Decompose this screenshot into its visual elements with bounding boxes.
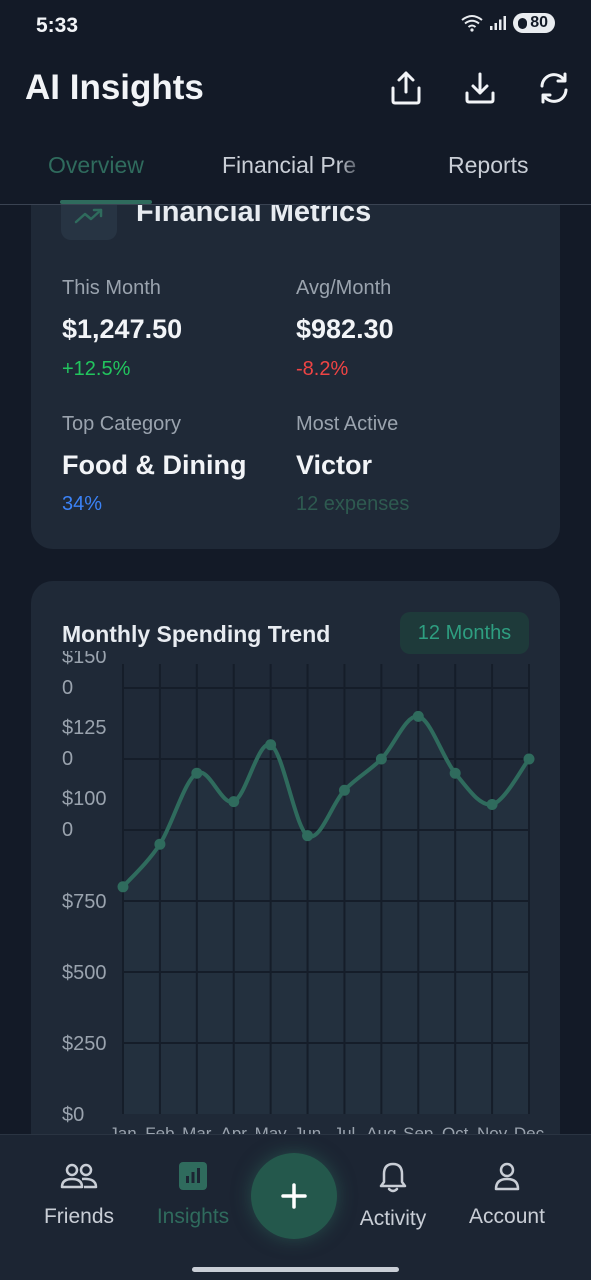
data-point [486, 798, 498, 810]
share-icon [391, 71, 421, 105]
y-tick-label: $100 [62, 788, 107, 810]
download-icon [465, 72, 495, 104]
download-button[interactable] [458, 66, 502, 110]
y-tick-label: $750 [62, 891, 107, 913]
nav-activity[interactable]: Activity [333, 1161, 453, 1231]
x-tick-label: Sep [403, 1124, 433, 1134]
y-tick-label: 0 [62, 819, 73, 841]
nav-label: Friends [43, 1205, 115, 1228]
y-tick-label: $250 [62, 1033, 107, 1055]
bottom-nav: Friends Insights Activity Account [0, 1134, 591, 1280]
nav-account[interactable]: Account [447, 1161, 567, 1229]
tab-reports[interactable]: Reports [448, 152, 529, 179]
x-tick-label: Jun [294, 1124, 321, 1134]
x-tick-label: Jan [109, 1124, 136, 1134]
top-category-label: Top Category [62, 413, 181, 435]
add-expense-button[interactable] [251, 1153, 337, 1239]
y-tick-label: $0 [62, 1104, 84, 1126]
page-title: AI Insights [25, 68, 204, 107]
x-tick-label: Apr [220, 1124, 247, 1134]
home-indicator [192, 1267, 399, 1272]
bell-icon [379, 1162, 407, 1193]
wifi-icon [461, 15, 483, 32]
y-tick-label: 0 [62, 748, 73, 770]
this-month-label: This Month [62, 277, 161, 299]
x-tick-label: Nov [477, 1124, 508, 1134]
top-category-value: Food & Dining [62, 450, 247, 480]
data-point [191, 767, 203, 779]
nav-friends[interactable]: Friends [19, 1161, 139, 1229]
x-tick-label: Aug [366, 1124, 396, 1134]
data-point [412, 710, 424, 722]
y-tick-label: $150 [62, 651, 107, 668]
y-tick-label: $125 [62, 717, 107, 739]
data-point [375, 753, 387, 765]
avg-month-label: Avg/Month [296, 277, 392, 299]
refresh-icon [540, 72, 568, 104]
tab-bar: Overview Financial Pre Reports [0, 138, 591, 205]
refresh-button[interactable] [532, 66, 576, 110]
data-point [154, 838, 166, 850]
data-point [449, 767, 461, 779]
period-badge[interactable]: 12 Months [400, 612, 529, 654]
data-point [338, 784, 350, 796]
most-active-label: Most Active [296, 413, 399, 435]
chart-title: Monthly Spending Trend [62, 621, 331, 647]
x-tick-label: Oct [442, 1124, 469, 1134]
share-button[interactable] [384, 66, 428, 110]
status-icons: 80 [461, 13, 555, 33]
signal-icon [490, 16, 507, 30]
x-tick-label: Feb [145, 1124, 174, 1134]
nav-label: Insights [156, 1205, 230, 1228]
friends-icon [60, 1163, 98, 1189]
tab-label: Financial Pre [222, 152, 357, 178]
battery-level: 80 [530, 14, 548, 31]
nav-insights[interactable]: Insights [133, 1161, 253, 1229]
battery-saver-icon [518, 17, 528, 29]
avg-month-change: -8.2% [296, 358, 349, 380]
most-active-count: 12 expenses [296, 493, 410, 515]
x-tick-label: Jul [334, 1124, 356, 1134]
spending-line-chart: $0 $250 $500 $750 $100 0 $125 0 $150 0 Jan Feb Mar Ap… [62, 651, 545, 1134]
y-tick-label: 0 [62, 677, 73, 699]
area-fill [123, 716, 529, 1114]
battery-indicator: 80 [513, 13, 555, 33]
nav-label: Account [469, 1205, 545, 1228]
tab-overview[interactable]: Overview [48, 152, 144, 179]
x-tick-label: May [255, 1124, 288, 1134]
metrics-title: Financial Metrics [136, 205, 372, 228]
top-category-share: 34% [62, 493, 103, 515]
tab-indicator [60, 200, 152, 204]
status-bar: 5:33 80 [0, 0, 591, 52]
data-point [265, 739, 277, 751]
trending-up-icon [61, 205, 117, 240]
status-time: 5:33 [36, 14, 79, 37]
y-tick-label: $500 [62, 962, 107, 984]
data-point [523, 753, 535, 765]
spending-trend-card: Monthly Spending Trend 12 Months $0 $250 $… [31, 581, 560, 1134]
data-point [117, 881, 129, 893]
financial-metrics-card: Financial Metrics This Month $1,247.50 +… [31, 205, 560, 549]
nav-label: Activity [359, 1207, 427, 1230]
account-icon [494, 1162, 520, 1191]
x-tick-label: Dec [514, 1124, 545, 1134]
data-point [302, 830, 314, 842]
this-month-value: $1,247.50 [62, 314, 183, 344]
insights-icon [179, 1162, 207, 1190]
data-point [228, 796, 240, 808]
avg-month-value: $982.30 [296, 314, 394, 344]
x-tick-label: Mar [182, 1124, 212, 1134]
plus-icon [281, 1183, 307, 1209]
this-month-change: +12.5% [62, 358, 131, 380]
content-scroll[interactable]: Financial Metrics This Month $1,247.50 +… [0, 205, 591, 1134]
most-active-value: Victor [296, 450, 373, 480]
tab-financial-predictions[interactable]: Financial Pre [222, 152, 368, 179]
